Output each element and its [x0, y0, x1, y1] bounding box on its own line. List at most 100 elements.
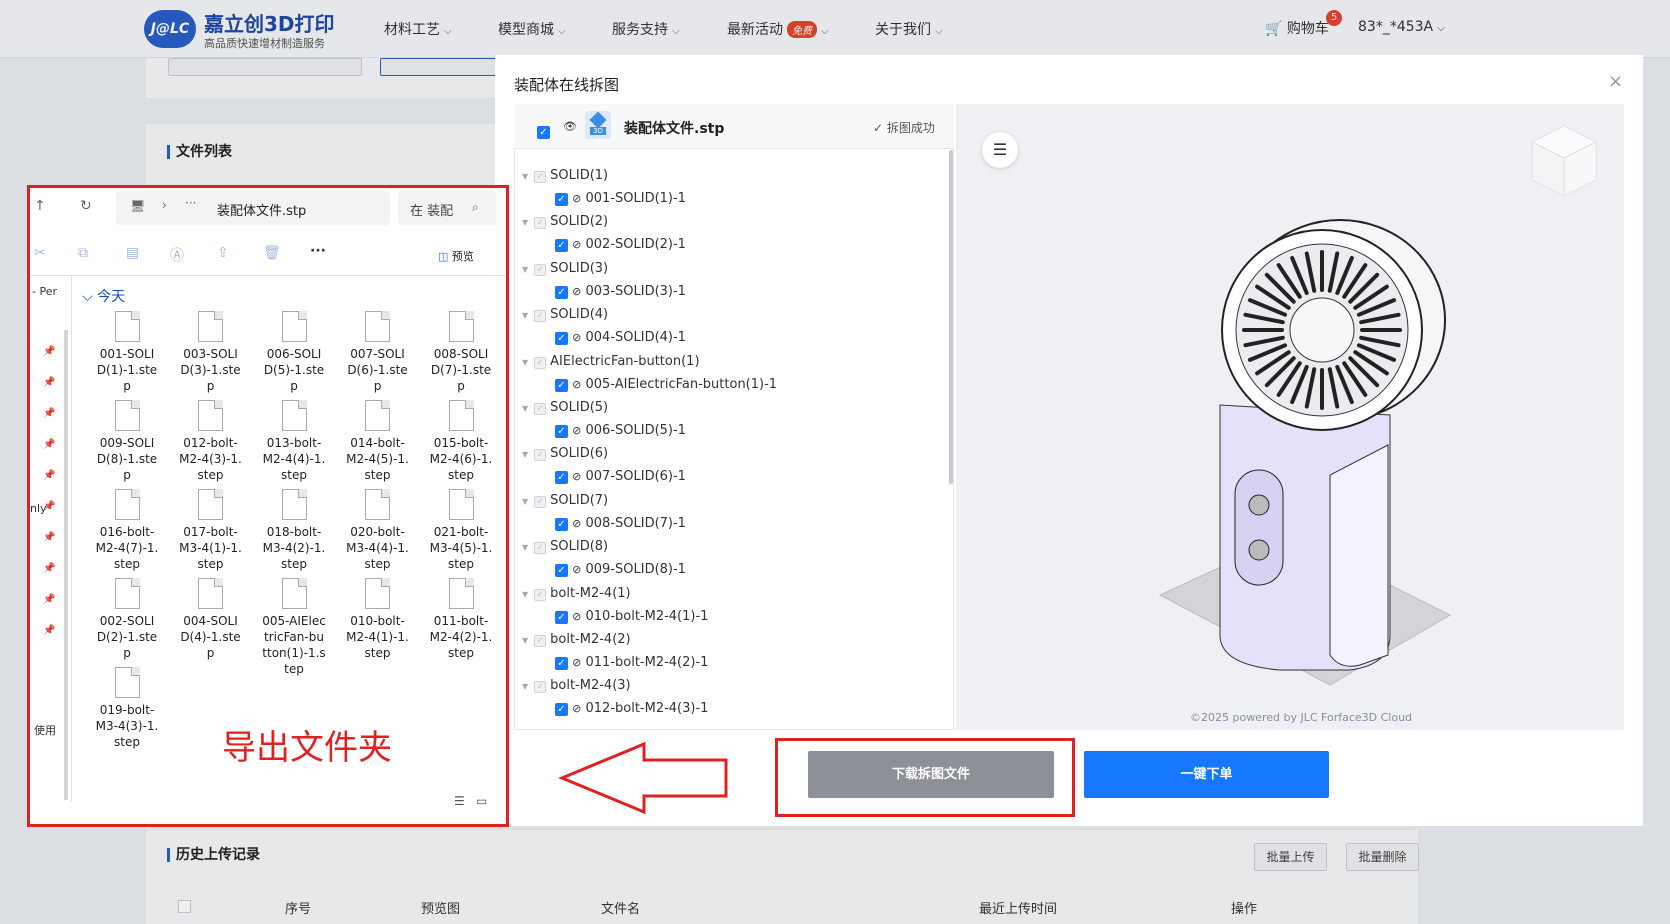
pin-icon[interactable]: 📌: [43, 532, 55, 543]
part-checkbox[interactable]: ✓: [555, 239, 568, 253]
file-item[interactable]: 016-bolt- M2-4(7)-1. step: [88, 489, 166, 572]
caret-down-icon[interactable]: ▼: [522, 172, 534, 181]
tree-part-row[interactable]: ✓ ⊘ 006-SOLID(5)-1: [555, 423, 686, 438]
eye-icon[interactable]: 👁: [563, 120, 577, 133]
rename-icon[interactable]: Ⓐ: [170, 245, 184, 265]
eye-off-icon[interactable]: ⊘: [572, 656, 581, 669]
download-split-files-button[interactable]: 下载拆图文件: [808, 751, 1054, 798]
part-checkbox[interactable]: ✓: [555, 332, 568, 346]
group-checkbox[interactable]: ✓: [534, 588, 546, 601]
tree-group-row[interactable]: ▼ ✓ SOLID(4): [522, 307, 608, 323]
copy-icon[interactable]: ⧉: [78, 245, 88, 261]
file-item[interactable]: 006-SOLI D(5)-1.ste p: [255, 311, 333, 394]
file-item[interactable]: 013-bolt- M2-4(4)-1. step: [255, 400, 333, 483]
group-header-today[interactable]: ⌵ 今天: [82, 286, 125, 306]
tree-part-row[interactable]: ✓ ⊘ 005-AIElectricFan-button(1)-1: [555, 377, 777, 392]
group-checkbox[interactable]: ✓: [534, 403, 546, 415]
tree-part-row[interactable]: ✓ ⊘ 004-SOLID(4)-1: [555, 330, 686, 346]
file-item[interactable]: 002-SOLI D(2)-1.ste p: [88, 578, 166, 661]
file-item[interactable]: 008-SOLI D(7)-1.ste p: [422, 311, 500, 394]
details-view-icon[interactable]: ☰: [454, 794, 465, 808]
file-item[interactable]: 007-SOLI D(6)-1.ste p: [339, 311, 417, 394]
eye-off-icon[interactable]: ⊘: [572, 192, 581, 205]
group-checkbox[interactable]: ✓: [534, 217, 546, 230]
tree-group-row[interactable]: ▼ ✓ bolt-M2-4(1): [522, 586, 631, 601]
tree-group-row[interactable]: ▼ ✓ SOLID(1): [522, 168, 608, 183]
file-item[interactable]: 001-SOLI D(1)-1.ste p: [88, 311, 166, 394]
tree-group-row[interactable]: ▼ ✓ SOLID(5): [522, 400, 608, 415]
tree-group-row[interactable]: ▼ ✓ bolt-M2-4(3): [522, 678, 631, 694]
tree-part-row[interactable]: ✓ ⊘ 007-SOLID(6)-1: [555, 469, 686, 485]
tree-part-row[interactable]: ✓ ⊘ 011-bolt-M2-4(2)-1: [555, 655, 708, 670]
share-icon[interactable]: ⇪: [217, 245, 229, 261]
pin-icon[interactable]: 📌: [43, 470, 55, 481]
pin-icon[interactable]: 📌: [43, 408, 55, 419]
tree-part-row[interactable]: ✓ ⊘ 003-SOLID(3)-1: [555, 284, 686, 299]
caret-down-icon[interactable]: ▼: [522, 218, 534, 227]
tree-group-row[interactable]: ▼ ✓ SOLID(3): [522, 261, 608, 276]
part-checkbox[interactable]: ✓: [555, 610, 568, 624]
file-item[interactable]: 010-bolt- M2-4(1)-1. step: [339, 578, 417, 661]
file-item[interactable]: 009-SOLI D(8)-1.ste p: [88, 400, 166, 483]
caret-down-icon[interactable]: ▼: [522, 682, 534, 691]
one-click-order-button[interactable]: 一键下单: [1084, 751, 1329, 798]
tree-part-row[interactable]: ✓ ⊘ 008-SOLID(7)-1: [555, 516, 686, 531]
group-checkbox[interactable]: ✓: [534, 542, 546, 555]
group-checkbox[interactable]: ✓: [534, 635, 546, 647]
part-checkbox[interactable]: ✓: [555, 193, 568, 206]
group-checkbox[interactable]: ✓: [534, 681, 546, 694]
caret-down-icon[interactable]: ▼: [522, 404, 534, 413]
sidebar-item-personal[interactable]: - Per: [32, 285, 57, 298]
caret-down-icon[interactable]: ▼: [522, 590, 534, 599]
group-checkbox[interactable]: ✓: [534, 263, 546, 276]
tree-part-row[interactable]: ✓ ⊘ 001-SOLID(1)-1: [555, 191, 686, 206]
tree-group-row[interactable]: ▼ ✓ SOLID(8): [522, 539, 608, 555]
file-item[interactable]: 014-bolt- M2-4(5)-1. step: [339, 400, 417, 483]
path-ellipsis[interactable]: ···: [185, 196, 196, 210]
close-icon[interactable]: ×: [1608, 71, 1623, 92]
part-checkbox[interactable]: ✓: [555, 471, 568, 485]
tiles-view-icon[interactable]: ▭: [476, 794, 487, 808]
part-checkbox[interactable]: ✓: [555, 517, 568, 531]
tree-group-row[interactable]: ▼ ✓ SOLID(2): [522, 214, 608, 230]
tree-part-row[interactable]: ✓ ⊘ 012-bolt-M2-4(3)-1: [555, 701, 708, 717]
tree-part-row[interactable]: ✓ ⊘ 009-SOLID(8)-1: [555, 562, 686, 578]
tree-scrollbar[interactable]: [949, 150, 953, 484]
view-cube-icon[interactable]: [1526, 122, 1602, 202]
eye-off-icon[interactable]: ⊘: [572, 331, 581, 344]
tree-group-row[interactable]: ▼ ✓ AIElectricFan-button(1): [522, 354, 700, 369]
file-item[interactable]: 004-SOLI D(4)-1.ste p: [172, 578, 250, 661]
part-checkbox[interactable]: ✓: [555, 703, 568, 717]
tree-group-row[interactable]: ▼ ✓ bolt-M2-4(2): [522, 632, 631, 647]
group-checkbox[interactable]: ✓: [534, 310, 546, 323]
pin-icon[interactable]: 📌: [43, 501, 55, 512]
path-current-folder[interactable]: 装配体文件.stp: [217, 200, 306, 219]
file-item[interactable]: 012-bolt- M2-4(3)-1. step: [172, 400, 250, 483]
pin-icon[interactable]: 📌: [43, 377, 55, 388]
eye-off-icon[interactable]: ⊘: [572, 238, 581, 251]
pin-icon[interactable]: 📌: [43, 594, 55, 605]
caret-down-icon[interactable]: ▼: [522, 450, 534, 459]
preview-toggle[interactable]: ◫ 预览: [438, 248, 474, 264]
group-checkbox[interactable]: ✓: [534, 449, 546, 462]
caret-down-icon[interactable]: ▼: [522, 265, 534, 274]
caret-down-icon[interactable]: ▼: [522, 636, 534, 645]
tree-part-row[interactable]: ✓ ⊘ 010-bolt-M2-4(1)-1: [555, 609, 708, 624]
refresh-icon[interactable]: ↻: [80, 198, 92, 214]
pin-icon[interactable]: 📌: [43, 625, 55, 636]
assembly-checkbox[interactable]: ✓: [537, 120, 550, 139]
file-item[interactable]: 018-bolt- M3-4(2)-1. step: [255, 489, 333, 572]
file-item[interactable]: 017-bolt- M3-4(1)-1. step: [172, 489, 250, 572]
file-item[interactable]: 003-SOLI D(3)-1.ste p: [172, 311, 250, 394]
group-checkbox[interactable]: ✓: [534, 495, 546, 508]
sidebar-scrollbar[interactable]: [64, 330, 68, 800]
file-item[interactable]: 019-bolt- M3-4(3)-1. step: [88, 667, 166, 750]
delete-icon[interactable]: 🗑: [263, 245, 281, 261]
pin-icon[interactable]: 📌: [43, 439, 55, 450]
eye-off-icon[interactable]: ⊘: [572, 517, 581, 530]
part-checkbox[interactable]: ✓: [555, 564, 568, 578]
caret-down-icon[interactable]: ▼: [522, 311, 534, 320]
list-icon[interactable]: ☰: [982, 132, 1018, 168]
group-checkbox[interactable]: ✓: [534, 171, 546, 183]
eye-off-icon[interactable]: ⊘: [572, 285, 581, 298]
